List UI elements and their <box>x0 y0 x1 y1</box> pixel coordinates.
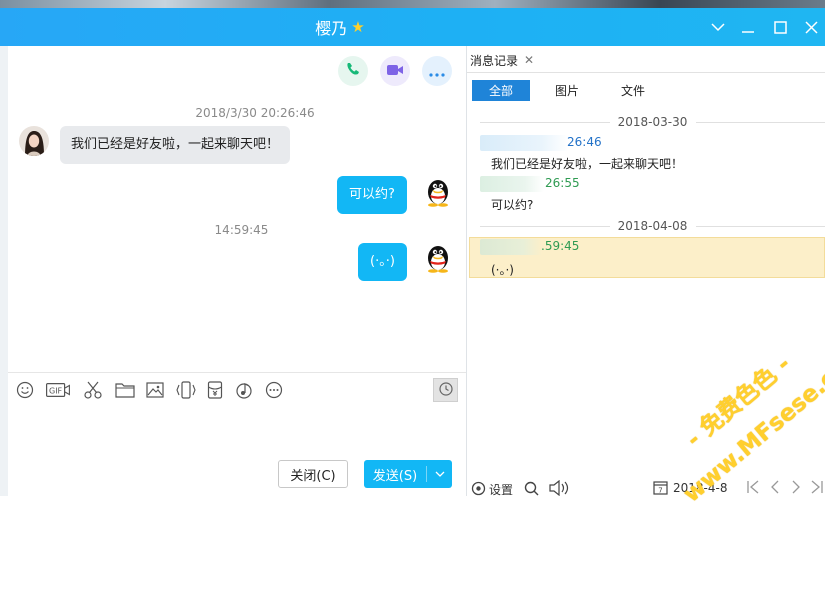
more-options-button[interactable] <box>422 56 452 86</box>
my-avatar[interactable] <box>423 241 453 273</box>
message-input[interactable] <box>8 404 466 456</box>
scissors-icon[interactable] <box>82 379 104 401</box>
more-tools-icon[interactable] <box>263 379 285 401</box>
history-date-divider: 2018-03-30 <box>480 115 825 129</box>
history-clock-button[interactable] <box>433 378 458 402</box>
window-title: 樱乃 ★ <box>0 8 680 46</box>
filter-files[interactable]: 文件 <box>606 80 660 101</box>
history-date-divider: 2018-04-08 <box>480 219 825 233</box>
maximize-icon[interactable] <box>766 8 794 46</box>
history-date: 2018-04-08 <box>617 219 688 233</box>
gif-label: GIF <box>49 386 63 395</box>
pane-divider[interactable] <box>466 46 467 496</box>
close-button[interactable]: 关闭(C) <box>278 460 348 488</box>
shake-icon[interactable] <box>175 379 197 401</box>
contact-name: 樱乃 <box>315 19 348 38</box>
video-call-button[interactable] <box>380 56 410 86</box>
history-message: 可以约? <box>491 198 534 212</box>
tab-label: 消息记录 <box>470 53 519 68</box>
speaker-icon[interactable] <box>549 479 571 499</box>
sender-name-blurred <box>480 176 544 192</box>
settings-icon[interactable] <box>471 481 486 499</box>
minimize-icon[interactable] <box>734 8 762 46</box>
sender-name-blurred <box>480 239 542 255</box>
chevron-down-icon[interactable] <box>704 8 732 46</box>
my-avatar[interactable] <box>423 175 453 207</box>
message-timestamp: 14:59:45 <box>214 223 269 237</box>
emoji-icon[interactable] <box>14 379 36 401</box>
outgoing-message-bubble: (·。·) <box>358 243 407 281</box>
sender-name-blurred <box>480 135 568 151</box>
video-icon <box>386 62 404 81</box>
incoming-message-bubble: 我们已经是好友啦，一起来聊天吧！ <box>60 126 291 164</box>
folder-icon[interactable] <box>114 379 136 401</box>
search-icon[interactable] <box>524 481 539 499</box>
history-time: .59:45 <box>541 239 580 253</box>
history-message: 我们已经是好友啦，一起来聊天吧！ <box>491 157 684 171</box>
clock-icon <box>438 381 453 400</box>
image-icon[interactable] <box>144 379 166 401</box>
gif-icon[interactable]: GIF <box>45 379 71 401</box>
voice-call-button[interactable] <box>338 56 368 86</box>
calendar-icon[interactable]: 7 <box>653 480 668 498</box>
star-icon: ★ <box>351 18 365 36</box>
phone-icon <box>345 61 361 81</box>
history-date: 2018-03-30 <box>617 115 688 129</box>
close-tab-icon[interactable]: ✕ <box>524 53 534 67</box>
tab-message-history[interactable]: 消息记录 ✕ <box>470 48 550 72</box>
outgoing-message-bubble: 可以约? <box>337 176 407 214</box>
settings-label[interactable]: 设置 <box>489 481 513 498</box>
send-button[interactable]: 发送(S) <box>364 460 452 488</box>
wallpaper-strip <box>0 0 825 8</box>
history-message: (·。·) <box>491 263 514 277</box>
left-edge <box>0 46 8 496</box>
filter-all[interactable]: 全部 <box>472 80 530 101</box>
send-button-label: 发送(S) <box>372 468 418 484</box>
svg-text:7: 7 <box>658 487 662 495</box>
toolbar-separator <box>8 372 466 373</box>
more-icon <box>429 62 445 81</box>
history-time: 26:55 <box>545 176 580 190</box>
history-time: 26:46 <box>567 135 602 149</box>
friend-avatar[interactable] <box>19 126 49 156</box>
message-timestamp: 2018/3/30 20:26:46 <box>195 106 315 120</box>
red-packet-icon[interactable] <box>204 379 226 401</box>
tab-underline <box>467 72 825 73</box>
chevron-down-icon[interactable] <box>427 460 452 488</box>
filter-images[interactable]: 图片 <box>540 80 594 101</box>
close-icon[interactable] <box>797 8 825 46</box>
music-icon[interactable] <box>233 379 255 401</box>
